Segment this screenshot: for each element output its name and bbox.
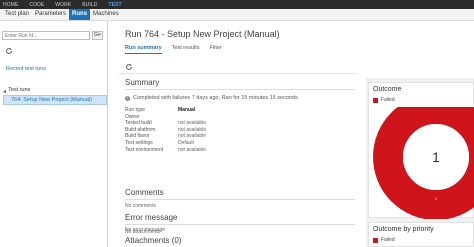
field-row: Owner [125, 114, 206, 121]
divider [125, 89, 355, 90]
attachments-empty: No attachments [125, 229, 161, 235]
error-message-heading: Error message [125, 213, 178, 222]
run-list-item[interactable]: 764: Setup New Project (Manual) [3, 95, 107, 105]
field-row: Build platform not available [125, 127, 206, 134]
legend-label: Failed [381, 97, 395, 103]
field-key: Run type [125, 107, 146, 113]
field-row: Test environment not available [125, 147, 206, 154]
tab-parameters[interactable]: Parameters [32, 10, 69, 20]
field-key: Build platform [125, 126, 156, 133]
outcome-legend: Failed [373, 97, 395, 103]
field-value: not available [178, 146, 207, 153]
info-icon: i [125, 95, 130, 101]
status-text: Completed with failures 7 days ago, Ran … [133, 95, 298, 101]
field-key: Build flavor [125, 133, 150, 140]
left-panel: Go Recent test runs ◢ Test runs 764: Set… [0, 21, 108, 247]
go-button[interactable]: Go [92, 31, 103, 40]
donut-center-value: 1 [432, 149, 440, 165]
top-nav: HOME CODE WORK BUILD TEST [0, 0, 474, 9]
tab-filter[interactable]: Filter [210, 45, 222, 54]
field-row: Test settings Default [125, 140, 206, 147]
tab-test-results[interactable]: Test results [172, 45, 200, 54]
field-value: Manual [178, 107, 196, 113]
outcome-card: Outcome Failed 1 1 [368, 82, 474, 219]
divider [125, 224, 355, 225]
nav-test[interactable]: TEST [108, 2, 121, 8]
divider [125, 199, 355, 200]
tab-test-plan[interactable]: Test plan [2, 10, 32, 20]
field-key: Test environment [125, 146, 164, 153]
refresh-icon[interactable] [124, 62, 133, 71]
priority-legend: Failed [373, 237, 395, 243]
nav-build[interactable]: BUILD [82, 2, 97, 8]
field-row: Run type Manual [125, 107, 206, 114]
run-tabs: Run summary Test results Filter [125, 45, 232, 54]
field-value: not available [178, 120, 207, 127]
comments-empty: No comments [125, 203, 156, 209]
run-id-input[interactable] [2, 31, 90, 40]
field-value: not available [178, 133, 207, 140]
nav-work[interactable]: WORK [55, 2, 71, 8]
run-status: i Completed with failures 7 days ago, Ra… [125, 95, 298, 101]
outcome-by-priority-card: Outcome by priority Failed [368, 222, 474, 247]
summary-heading: Summary [125, 78, 160, 87]
nav-home[interactable]: HOME [3, 2, 18, 8]
comments-heading: Comments [125, 188, 164, 197]
legend-swatch [373, 97, 378, 103]
expand-triangle-icon: ◢ [3, 87, 7, 93]
field-key: Owner [125, 113, 140, 120]
tab-runs[interactable]: Runs [69, 9, 91, 20]
field-row: Tested build not available [125, 120, 206, 127]
legend-label: Failed [381, 237, 395, 243]
tab-machines[interactable]: Machines [90, 10, 122, 20]
sub-nav: Test plan Parameters Runs Machines [0, 9, 474, 21]
page-title: Run 764 - Setup New Project (Manual) [125, 29, 280, 39]
field-key: Tested build [125, 120, 152, 127]
field-row: Build flavor not available [125, 133, 206, 140]
legend-swatch [373, 237, 378, 243]
outcome-title: Outcome [373, 86, 402, 93]
field-value: not available [178, 126, 207, 133]
field-key: Test settings [125, 139, 153, 146]
refresh-icon[interactable] [4, 46, 13, 55]
summary-panel: Summary i Completed with failures 7 days… [119, 73, 357, 247]
attachments-heading: Attachments (0) [125, 236, 182, 245]
nav-code[interactable]: CODE [29, 2, 44, 8]
summary-fields: Run type Manual Owner Tested build not ava… [125, 107, 206, 153]
outcome-by-priority-title: Outcome by priority [373, 226, 434, 233]
outcome-donut-chart: 1 1 [373, 107, 474, 219]
test-runs-label: Test runs [8, 87, 31, 93]
recent-test-runs-link[interactable]: Recent test runs [6, 66, 46, 72]
field-value: Default [178, 139, 194, 146]
test-runs-tree-header[interactable]: ◢ Test runs [3, 87, 30, 93]
tab-run-summary[interactable]: Run summary [125, 45, 162, 54]
